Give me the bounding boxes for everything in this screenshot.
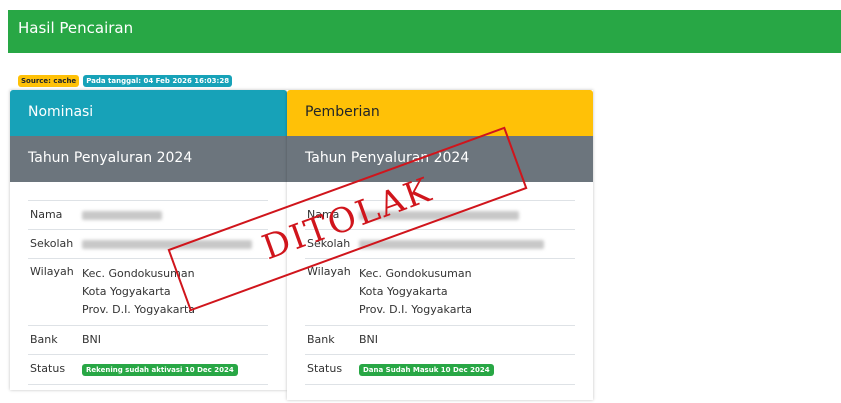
bank-value: BNI [82,333,102,346]
status-badge: Rekening sudah aktivasi 10 Dec 2024 [82,364,238,376]
page-header: Hasil Pencairan [8,10,841,53]
source-badges: Source: cache Pada tanggal: 04 Feb 2026 … [18,75,233,87]
bank-value: BNI [359,333,379,346]
bank-label: Bank [307,333,335,346]
wilayah-provinsi: Prov. D.I. Yogyakarta [82,303,196,316]
nominasi-header: Nominasi [10,90,287,136]
nominasi-year: Tahun Penyaluran 2024 [28,150,193,166]
table-row: Status Dana Sudah Masuk 10 Dec 2024 [305,354,575,385]
wilayah-label: Wilayah [30,265,74,278]
pemberian-header: Pemberian [287,90,593,136]
bank-label: Bank [30,333,58,346]
status-label: Status [307,362,343,375]
wilayah-label: Wilayah [307,265,351,278]
table-row: Status Rekening sudah aktivasi 10 Dec 20… [28,354,268,385]
status-label: Status [30,362,66,375]
wilayah-provinsi: Prov. D.I. Yogyakarta [359,303,473,316]
pemberian-title: Pemberian [305,104,380,120]
wilayah-kecamatan: Kec. Gondokusuman [359,267,472,280]
nominasi-subheader: Tahun Penyaluran 2024 [10,136,287,182]
nama-label: Nama [30,208,63,221]
table-row: Bank BNI [305,325,575,354]
table-row: Wilayah Kec. Gondokusuman Kota Yogyakart… [305,258,575,325]
sekolah-label: Sekolah [30,237,74,250]
sekolah-value-redacted [359,236,575,252]
nominasi-title: Nominasi [28,104,94,120]
table-row: Bank BNI [28,325,268,354]
page-title: Hasil Pencairan [18,19,134,37]
status-badge: Dana Sudah Masuk 10 Dec 2024 [359,364,494,376]
source-badge: Source: cache [18,75,80,87]
nama-value-redacted [82,207,268,223]
wilayah-value: Kec. Gondokusuman Kota Yogyakarta Prov. … [359,265,575,319]
wilayah-kota: Kota Yogyakarta [359,285,448,298]
date-badge: Pada tanggal: 04 Feb 2026 16:03:28 [83,75,233,87]
